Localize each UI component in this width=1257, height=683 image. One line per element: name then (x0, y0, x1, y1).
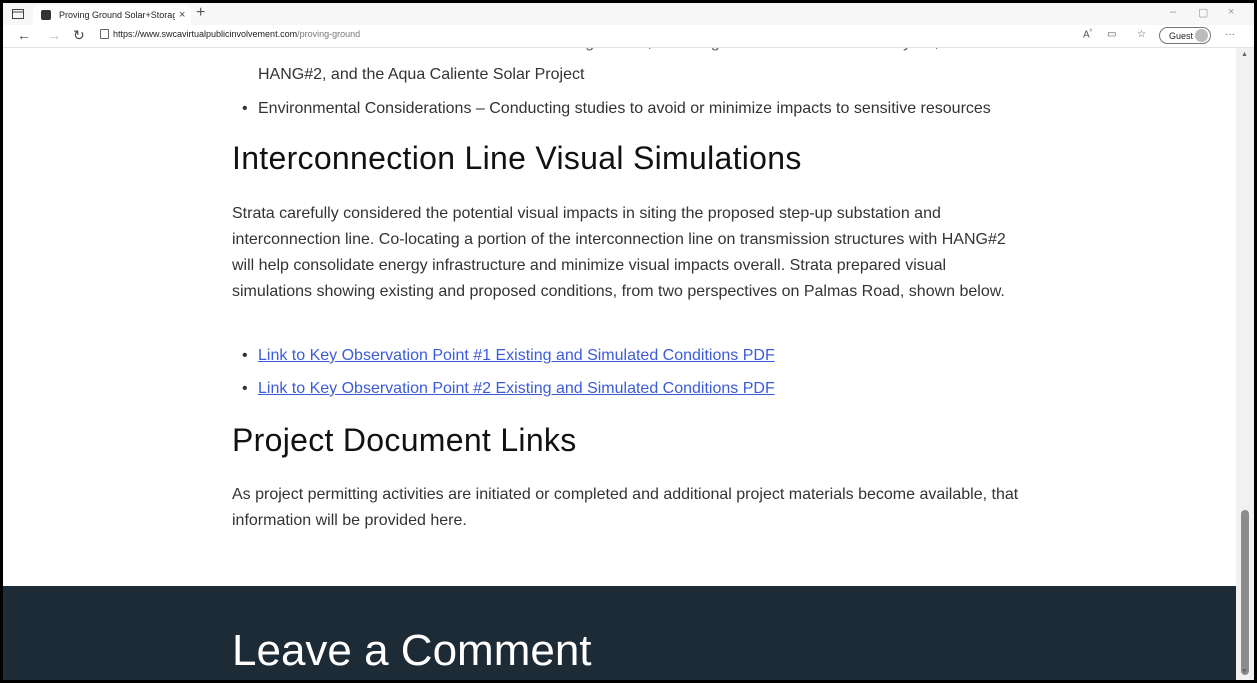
tab-close-icon[interactable]: × (179, 9, 185, 21)
url-host: https://www.swcavirtualpublicinvolvement… (113, 29, 298, 39)
list-item-link1: • Link to Key Observation Point #1 Existi… (242, 343, 775, 369)
heading-visual-simulations: Interconnection Line Visual Simulations (232, 140, 802, 176)
scroll-down-icon[interactable]: ▼ (1241, 668, 1248, 675)
favorites-icon[interactable]: ☆ (1137, 29, 1146, 40)
browser-window: Proving Ground Solar+Storage P × + – ▢ ×… (3, 3, 1254, 680)
immersive-reader-icon[interactable]: ▭ (1107, 29, 1116, 40)
tab-title: Proving Ground Solar+Storage P (59, 10, 175, 20)
refresh-icon[interactable]: ↻ (73, 27, 85, 44)
list-item-link2: • Link to Key Observation Point #2 Existi… (242, 376, 775, 402)
profile-label: Guest (1169, 30, 1194, 41)
bullet-dot: • (242, 100, 248, 117)
forward-icon[interactable]: → (47, 27, 61, 43)
bullet-dot: • (242, 380, 248, 397)
scroll-up-icon[interactable]: ▲ (1241, 51, 1248, 58)
minimize-button[interactable]: – (1170, 6, 1176, 18)
bullet-environmental: • Environmental Considerations – Conducti… (242, 96, 991, 122)
leave-comment-heading: Leave a Comment (232, 626, 592, 675)
page-viewport: Infrastructure – Located in an area with… (3, 48, 1236, 680)
address-toolbar: ← → ↻ https://www.swcavirtualpublicinvol… (3, 25, 1254, 48)
paragraph-visual-simulations: Strata carefully considered the potentia… (232, 205, 1006, 300)
paragraph-project-documents: As project permitting activities are ini… (232, 486, 1019, 529)
avatar-icon (1195, 29, 1208, 42)
profile-button[interactable]: Guest (1159, 27, 1211, 44)
more-menu-icon[interactable]: ··· (1225, 29, 1235, 40)
bullet-infrastructure-line2: HANG#2, and the Aqua Caliente Solar Proj… (258, 66, 585, 83)
new-tab-button[interactable]: + (196, 4, 205, 22)
comment-section: Leave a Comment (3, 586, 1236, 680)
url-path: /proving-ground (297, 29, 361, 39)
bullet-environmental-text: Environmental Considerations – Conductin… (258, 100, 991, 117)
active-tab[interactable]: Proving Ground Solar+Storage P × (33, 5, 191, 25)
lock-icon[interactable] (100, 29, 109, 39)
restore-button[interactable]: ▢ (1198, 6, 1208, 19)
scrollbar-thumb[interactable] (1241, 510, 1249, 675)
site-favicon-icon (41, 10, 51, 20)
tab-actions-button[interactable] (9, 6, 27, 22)
read-aloud-icon[interactable]: Aʰ (1083, 29, 1092, 40)
kop2-pdf-link[interactable]: Link to Key Observation Point #2 Existin… (258, 380, 775, 397)
kop1-pdf-link[interactable]: Link to Key Observation Point #1 Existin… (258, 347, 775, 364)
heading-project-documents: Project Document Links (232, 422, 577, 458)
bullet-dot: • (242, 347, 248, 364)
page-scrollbar[interactable]: ▲ ▼ (1236, 48, 1254, 680)
bullet-infrastructure-partial: Infrastructure – Located in an area with… (258, 48, 939, 56)
window-close-button[interactable]: × (1228, 6, 1234, 18)
tab-actions-icon (12, 9, 24, 19)
address-bar[interactable]: https://www.swcavirtualpublicinvolvement… (113, 29, 360, 39)
tab-strip: Proving Ground Solar+Storage P × + – ▢ × (3, 3, 1254, 25)
back-icon[interactable]: ← (17, 27, 31, 43)
